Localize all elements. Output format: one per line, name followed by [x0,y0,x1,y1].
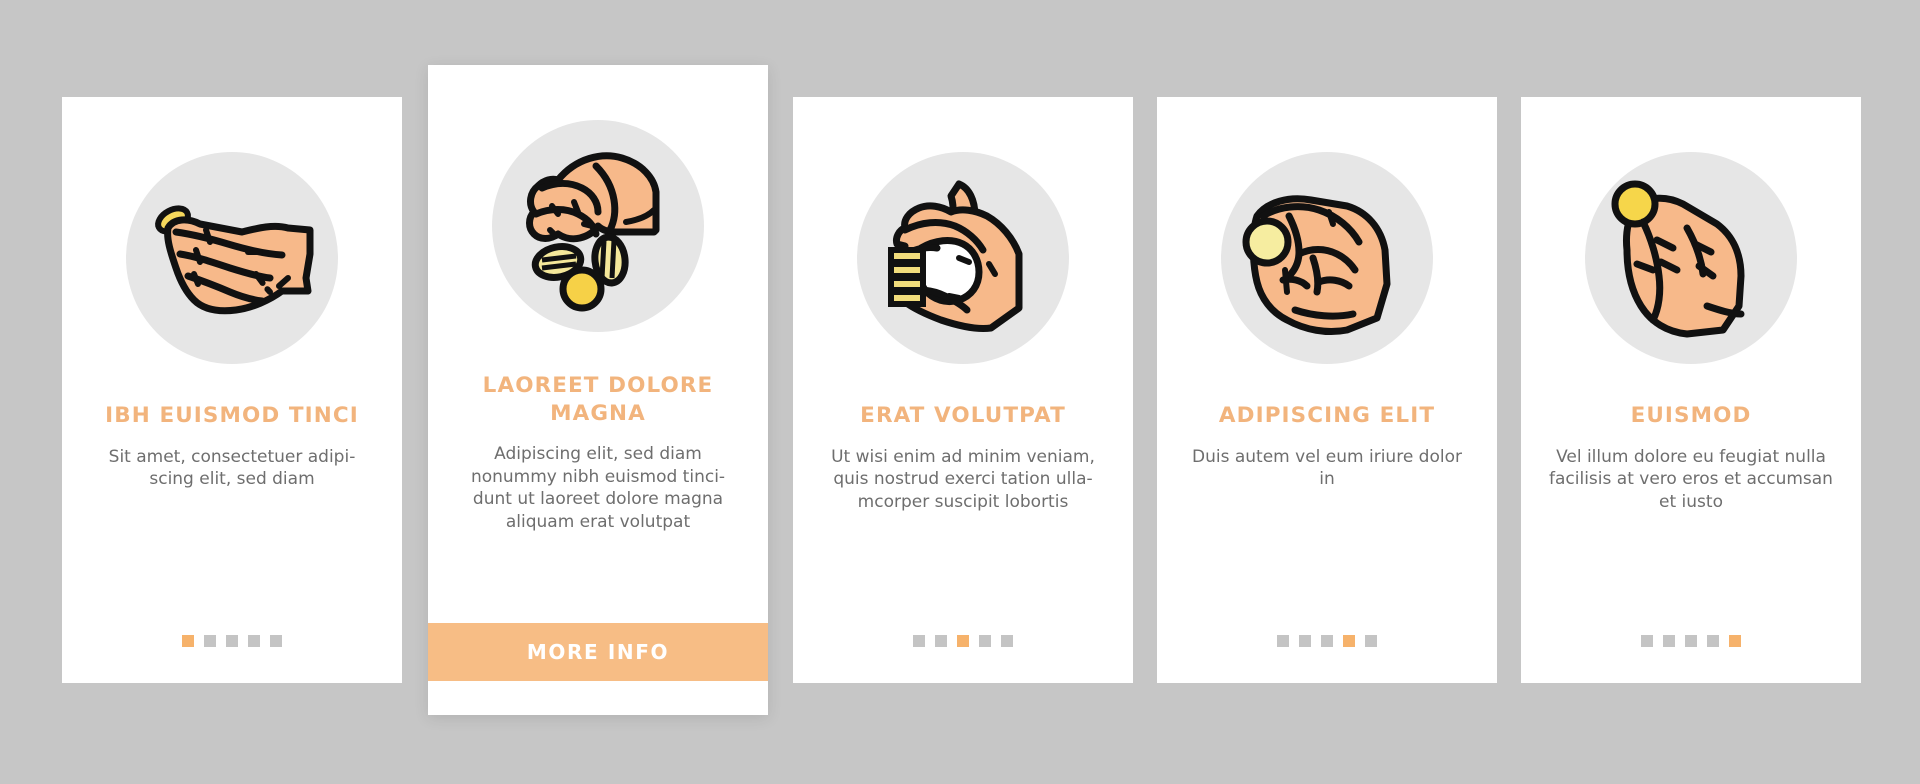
illustration-circle-1 [126,152,338,364]
pagination-dots-3[interactable] [913,635,1013,647]
pagination-dot[interactable] [1365,635,1377,647]
pagination-dot[interactable] [1641,635,1653,647]
card-title-4: ADIPISCING ELIT [1218,403,1436,428]
pagination-dot[interactable] [1277,635,1289,647]
pagination-dot[interactable] [1321,635,1333,647]
hand-dropping-coins-icon [526,152,660,312]
illustration-circle-3 [857,152,1069,364]
pagination-dot[interactable] [1663,635,1675,647]
illustration-area-4 [1157,152,1497,364]
card-title-3: ERAT VOLUTPAT [860,403,1066,428]
onboarding-card-5[interactable]: EUISMOD Vel illum dolore eu feugiat null… [1521,97,1861,683]
card-title-2: LAOREET DOLORE MAGNA [482,373,714,426]
onboarding-card-2[interactable]: LAOREET DOLORE MAGNA Adipiscing elit, se… [428,65,768,715]
card-body-5: Vel illum dolore eu feugiat nulla facili… [1549,446,1833,512]
card-body-4: Duis autem vel eum iriure dolor in [1192,446,1462,490]
pagination-dot[interactable] [1299,635,1311,647]
card-body-2: Adipiscing elit, sed diam nonummy nibh e… [470,444,726,532]
illustration-area-3 [793,152,1133,364]
onboarding-card-1[interactable]: IBH EUISMOD TINCI Sit amet, consectetuer… [62,97,402,683]
card-title-1: IBH EUISMOD TINCI [105,403,359,428]
pagination-dot[interactable] [1729,635,1741,647]
pagination-dot[interactable] [1707,635,1719,647]
pagination-dot[interactable] [957,635,969,647]
illustration-area-1 [62,152,402,364]
onboarding-card-4[interactable]: ADIPISCING ELIT Duis autem vel eum iriur… [1157,97,1497,683]
flat-hand-with-coin-icon [155,205,314,315]
pagination-dots-5[interactable] [1641,635,1741,647]
illustration-area-2 [428,120,768,332]
pagination-dot[interactable] [226,635,238,647]
pagination-dot[interactable] [935,635,947,647]
onboarding-screens-canvas: IBH EUISMOD TINCI Sit amet, consectetuer… [0,0,1920,784]
illustration-area-5 [1521,152,1861,364]
pagination-dot[interactable] [182,635,194,647]
pagination-dot[interactable] [1685,635,1697,647]
pagination-dots-1[interactable] [182,635,282,647]
pagination-dot[interactable] [1343,635,1355,647]
hand-pinching-coin-stack-icon [888,180,1023,332]
more-info-button[interactable]: MORE INFO [428,623,768,681]
pagination-dot[interactable] [913,635,925,647]
card-body-1: Sit amet, consectetuer adipi-scing elit,… [108,446,356,490]
pagination-dot[interactable] [979,635,991,647]
pagination-dot[interactable] [1001,635,1013,647]
pagination-dot[interactable] [248,635,260,647]
card-body-3: Ut wisi enim ad minim veniam, quis nostr… [831,446,1095,512]
pagination-dot[interactable] [204,635,216,647]
illustration-circle-2 [492,120,704,332]
pagination-dot[interactable] [270,635,282,647]
illustration-circle-4 [1221,152,1433,364]
card-title-5: EUISMOD [1630,403,1752,428]
onboarding-card-3[interactable]: ERAT VOLUTPAT Ut wisi enim ad minim veni… [793,97,1133,683]
pagination-dots-4[interactable] [1277,635,1377,647]
illustration-circle-5 [1585,152,1797,364]
fist-gripping-coin-icon [1611,180,1745,338]
hand-holding-single-coin-icon [1242,195,1391,336]
